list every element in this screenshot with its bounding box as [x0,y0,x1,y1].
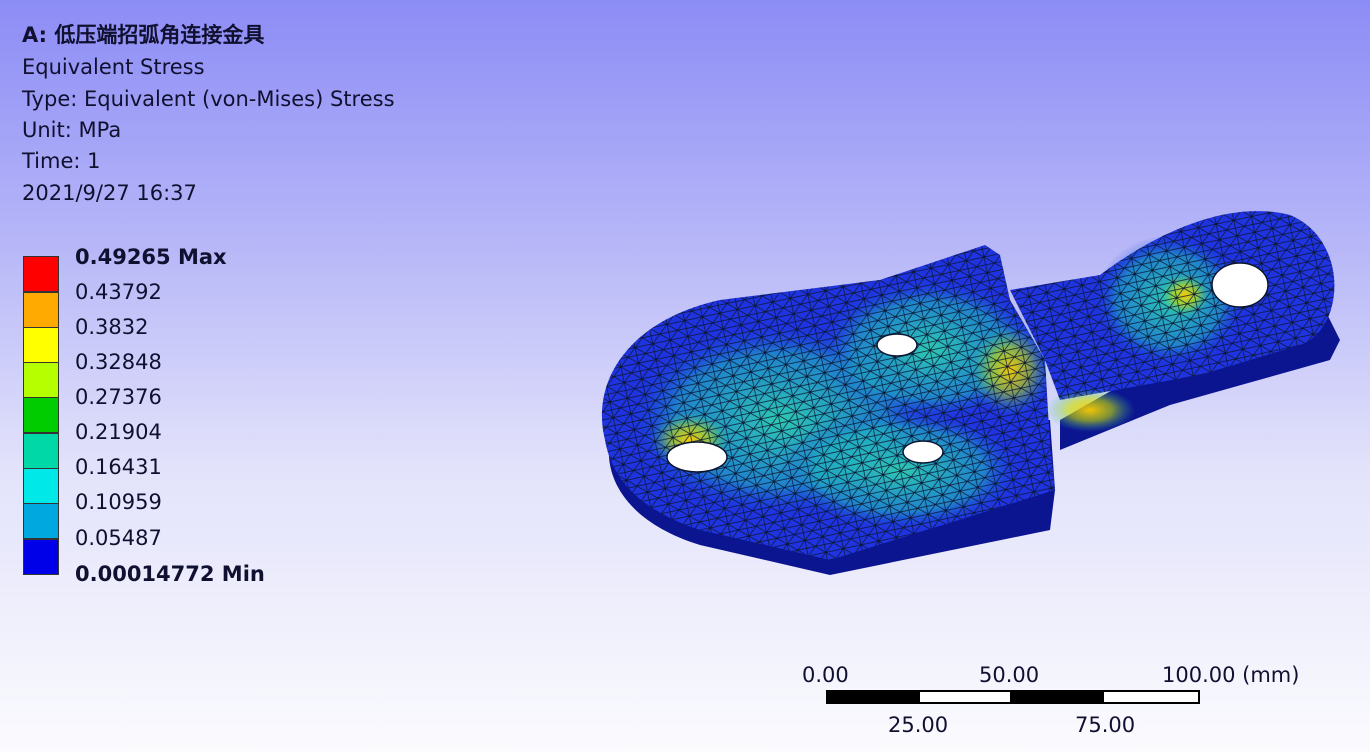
scale-label: 50.00 [979,663,1040,687]
fea-mesh-model[interactable] [0,0,1370,752]
mounting-hole [902,440,944,464]
scale-label: 0.00 [802,663,849,687]
link-hole [1211,262,1269,308]
scale-segment [826,690,920,704]
mounting-hole [666,441,728,473]
graphics-viewport[interactable]: A: 低压端招弧角连接金具 Equivalent Stress Type: Eq… [0,0,1370,752]
scale-label: 25.00 [888,713,949,737]
scale-segment [1102,690,1200,704]
scale-label: 75.00 [1075,713,1136,737]
mounting-hole [876,333,918,357]
scale-bar: 0.00 50.00 100.00 (mm) 25.00 75.00 [780,655,1340,745]
scale-segment [918,690,1012,704]
scale-segment [1010,690,1104,704]
scale-label: 100.00 (mm) [1162,663,1300,687]
